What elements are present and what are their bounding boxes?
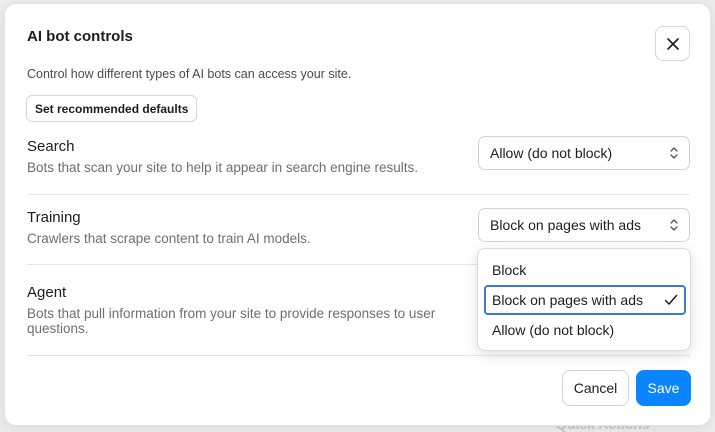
dropdown-option-allow[interactable]: Allow (do not block) — [484, 315, 686, 345]
dropdown-option-label: Block on pages with ads — [492, 292, 643, 308]
row-divider — [27, 355, 690, 356]
training-dropdown-menu: Block Block on pages with ads Allow (do … — [477, 248, 691, 351]
cancel-button[interactable]: Cancel — [562, 370, 629, 406]
agent-row-description: Bots that pull information from your sit… — [27, 306, 436, 336]
dialog-title: AI bot controls — [27, 28, 133, 45]
dropdown-option-block[interactable]: Block — [484, 255, 686, 285]
close-icon — [666, 37, 679, 50]
chevron-up-down-icon — [670, 147, 678, 159]
checkmark-icon — [664, 294, 678, 305]
row-divider — [27, 194, 690, 195]
search-row-title: Search — [27, 138, 75, 155]
save-button[interactable]: Save — [636, 370, 691, 406]
training-row-title: Training — [27, 209, 81, 226]
dialog-subtitle: Control how different types of AI bots c… — [27, 67, 352, 81]
chevron-up-down-icon — [670, 219, 678, 231]
agent-row-title: Agent — [27, 284, 67, 301]
close-button[interactable] — [655, 26, 690, 61]
ai-bot-controls-dialog: AI bot controls Control how different ty… — [4, 3, 711, 426]
row-divider — [27, 264, 477, 265]
training-select-value: Block on pages with ads — [490, 217, 641, 233]
search-select-value: Allow (do not block) — [490, 145, 613, 161]
set-recommended-defaults-button[interactable]: Set recommended defaults — [26, 95, 198, 122]
search-row-description: Bots that scan your site to help it appe… — [27, 160, 418, 175]
search-select[interactable]: Allow (do not block) — [478, 136, 690, 170]
training-select[interactable]: Block on pages with ads — [478, 208, 690, 242]
training-row-description: Crawlers that scrape content to train AI… — [27, 231, 311, 246]
dropdown-option-block-on-pages-with-ads[interactable]: Block on pages with ads — [484, 285, 686, 315]
